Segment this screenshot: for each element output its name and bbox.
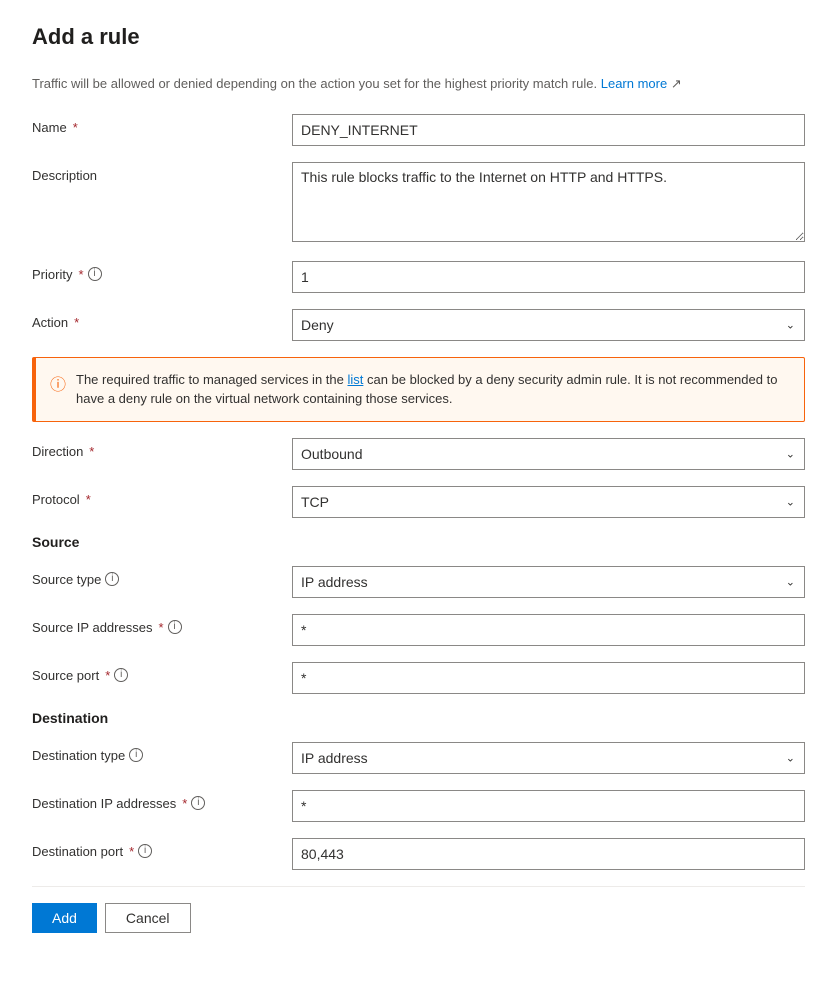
source-ip-info-icon[interactable]: i <box>168 620 182 634</box>
source-type-label: Source type i <box>32 566 292 587</box>
destination-ip-input[interactable] <box>292 790 805 822</box>
source-ip-input[interactable] <box>292 614 805 646</box>
priority-info-icon[interactable]: i <box>88 267 102 281</box>
destination-port-row: Destination port* i <box>32 838 805 870</box>
source-port-info-icon[interactable]: i <box>114 668 128 682</box>
add-button[interactable]: Add <box>32 903 97 933</box>
direction-field-wrap: Inbound Outbound ⌄ <box>292 438 805 470</box>
priority-row: Priority* i <box>32 261 805 293</box>
page-title: Add a rule <box>32 24 805 50</box>
source-ip-label: Source IP addresses* i <box>32 614 292 635</box>
warning-list-link[interactable]: list <box>347 372 363 387</box>
source-type-field-wrap: IP address Service Tag ⌄ <box>292 566 805 598</box>
action-field-wrap: Allow Deny Always Allow ⌄ <box>292 309 805 341</box>
protocol-field-wrap: Any TCP UDP ICMP ⌄ <box>292 486 805 518</box>
destination-ip-label: Destination IP addresses* i <box>32 790 292 811</box>
action-label: Action* <box>32 309 292 330</box>
destination-ip-info-icon[interactable]: i <box>191 796 205 810</box>
name-field-wrap <box>292 114 805 146</box>
description-label: Description <box>32 162 292 183</box>
source-ip-row: Source IP addresses* i <box>32 614 805 646</box>
cancel-button[interactable]: Cancel <box>105 903 191 933</box>
direction-row: Direction* Inbound Outbound ⌄ <box>32 438 805 470</box>
priority-field-wrap <box>292 261 805 293</box>
priority-input[interactable] <box>292 261 805 293</box>
action-row: Action* Allow Deny Always Allow ⌄ <box>32 309 805 341</box>
destination-ip-field-wrap <box>292 790 805 822</box>
source-ip-field-wrap <box>292 614 805 646</box>
source-port-field-wrap <box>292 662 805 694</box>
name-row: Name* <box>32 114 805 146</box>
source-type-info-icon[interactable]: i <box>105 572 119 586</box>
destination-section-header: Destination <box>32 710 805 726</box>
destination-port-info-icon[interactable]: i <box>138 844 152 858</box>
destination-port-input[interactable] <box>292 838 805 870</box>
footer-buttons: Add Cancel <box>32 886 805 933</box>
protocol-select[interactable]: Any TCP UDP ICMP <box>292 486 805 518</box>
source-port-label: Source port* i <box>32 662 292 683</box>
destination-type-row: Destination type i IP address Service Ta… <box>32 742 805 774</box>
destination-type-info-icon[interactable]: i <box>129 748 143 762</box>
warning-icon: ⓘ <box>50 371 66 395</box>
destination-ip-row: Destination IP addresses* i <box>32 790 805 822</box>
source-port-row: Source port* i <box>32 662 805 694</box>
destination-type-label: Destination type i <box>32 742 292 763</box>
priority-label: Priority* i <box>32 261 292 282</box>
description-row: Description This rule blocks traffic to … <box>32 162 805 245</box>
destination-type-select[interactable]: IP address Service Tag <box>292 742 805 774</box>
destination-type-field-wrap: IP address Service Tag ⌄ <box>292 742 805 774</box>
destination-port-field-wrap <box>292 838 805 870</box>
direction-select[interactable]: Inbound Outbound <box>292 438 805 470</box>
warning-box: ⓘ The required traffic to managed servic… <box>32 357 805 422</box>
protocol-row: Protocol* Any TCP UDP ICMP ⌄ <box>32 486 805 518</box>
name-input[interactable] <box>292 114 805 146</box>
protocol-label: Protocol* <box>32 486 292 507</box>
description-input[interactable]: This rule blocks traffic to the Internet… <box>292 162 805 242</box>
name-label: Name* <box>32 114 292 135</box>
source-type-select[interactable]: IP address Service Tag <box>292 566 805 598</box>
intro-text: Traffic will be allowed or denied depend… <box>32 74 805 94</box>
direction-label: Direction* <box>32 438 292 459</box>
destination-port-label: Destination port* i <box>32 838 292 859</box>
description-field-wrap: This rule blocks traffic to the Internet… <box>292 162 805 245</box>
action-select[interactable]: Allow Deny Always Allow <box>292 309 805 341</box>
source-port-input[interactable] <box>292 662 805 694</box>
source-section-header: Source <box>32 534 805 550</box>
source-type-row: Source type i IP address Service Tag ⌄ <box>32 566 805 598</box>
learn-more-link[interactable]: Learn more <box>601 76 667 91</box>
warning-text: The required traffic to managed services… <box>76 370 790 409</box>
